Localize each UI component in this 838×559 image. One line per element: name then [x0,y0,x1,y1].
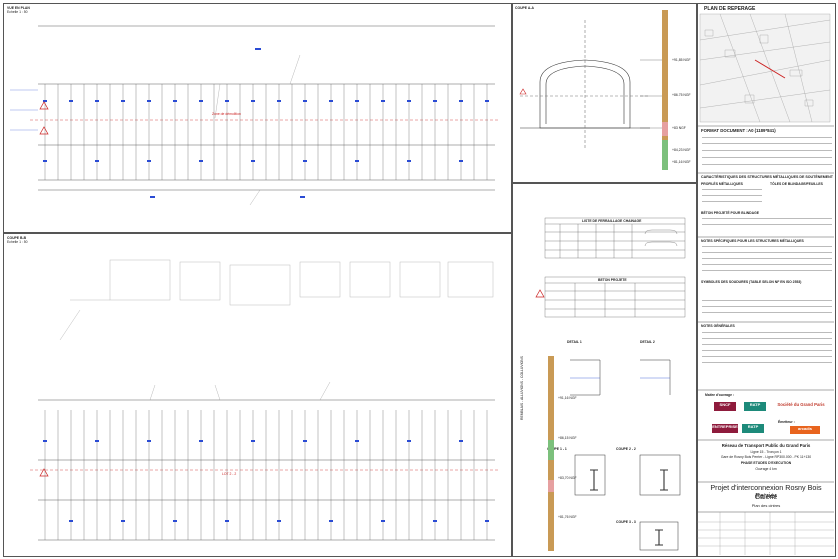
charac-title: CARACTÉRISTIQUES DES STRUCTURES MÉTALLIQ… [701,175,833,179]
line-info: Ligne 15 - Tronçon 1 [750,450,782,454]
phase-info: PHASE ETUDES D'EXECUTION [740,461,792,465]
ouvrage-info: Ouvrage 4 km [755,467,777,471]
text-line [702,143,832,145]
text-line [702,258,832,260]
demolition-zone-label: Zone de démolition [212,112,241,116]
text-line [702,270,832,272]
text-line [702,137,832,139]
text-line [702,195,762,197]
entreprise-logo-2: RATP [742,424,764,433]
format-value: A0 (1189*841) [748,128,776,133]
symboles-title: SYMBOLES DES SOUDURES (TABLE SELON NF EN… [701,280,802,284]
text-line [702,218,832,220]
beton-table-title: BETON PROJETE [598,278,627,282]
text-line [702,350,832,352]
soil-layer-label: REMBLAIS - ALLUVIONS - COLLUVIONS [520,356,524,420]
plan-repere-title: PLAN DE REPERAGE [704,6,756,12]
entreprise-logo: ENTREPRISE [712,424,738,433]
profiles-title: PROFILÉS MÉTALLIQUES [701,182,743,186]
text-line [702,224,832,226]
maitre-ouvrage-label: Maître d'ouvrage : [705,393,735,397]
lot-label: LOT 2 - 2 [222,472,237,476]
text-line [702,312,832,314]
notes-generales-title: NOTES GÉNÉRALES [701,324,735,328]
text-line [702,300,832,302]
text-line [702,264,832,266]
ngf-label: +81,76 NGF [558,515,577,519]
drawing-sheet: VUE EN PLAN Echelle 1 : 50 COUPE A-A COU… [0,0,838,559]
text-line [702,157,832,159]
network-title: Réseau de Transport Public du Grand Pari… [721,443,811,448]
station-info: Gare de Rosny Bois Perrier - Ligne RP300… [720,455,812,459]
format-label: FORMAT DOCUMENT : [701,128,748,133]
ngf-label: +83,70 NGF [558,476,577,480]
text-line [702,164,832,166]
text-line [702,150,832,152]
ngf-label: +81,16 NGF [672,160,691,164]
notes-specifiques-title: NOTES SPÉCIFIQUES POUR LES STRUCTURES MÉ… [701,239,804,243]
societe-grand-paris: Société du Grand Paris [777,402,825,407]
text-line [702,306,832,308]
drawing-name: Plan des cintres [751,503,781,508]
ngf-label: +86.75 NGF [672,93,691,97]
ngf-label: +83 NGF [672,126,686,130]
text-line [702,246,832,248]
project-subtitle: Galerie [754,494,778,501]
text-line [702,332,832,334]
text-line [702,344,832,346]
ratp-logo: RATP [744,402,766,411]
ngf-label: +91,85 NGF [672,58,691,62]
text-line [702,362,832,364]
text-line [702,201,762,203]
sncf-logo: SNCF [714,402,736,411]
text-line [702,189,762,191]
text-line [702,338,832,340]
arcadis-logo: arcadis [790,426,820,434]
toles-title: TÔLES DE BLINDAGE/FEUILLES [770,182,823,186]
text-line [702,356,832,358]
text-line [702,252,832,254]
beton-projete-title: BÉTON PROJETÉ POUR BLINDAGE [701,211,759,215]
ngf-label: +86,15 NGF [558,436,577,440]
emetteur-label: Émetteur : [778,420,795,424]
ngf-label: +84,23 NGF [672,148,691,152]
ferraillage-table-title: LISTE DE FERRAILLAGE CHAINAGE [582,219,642,223]
ngf-label: +91,16 NGF [558,396,577,400]
